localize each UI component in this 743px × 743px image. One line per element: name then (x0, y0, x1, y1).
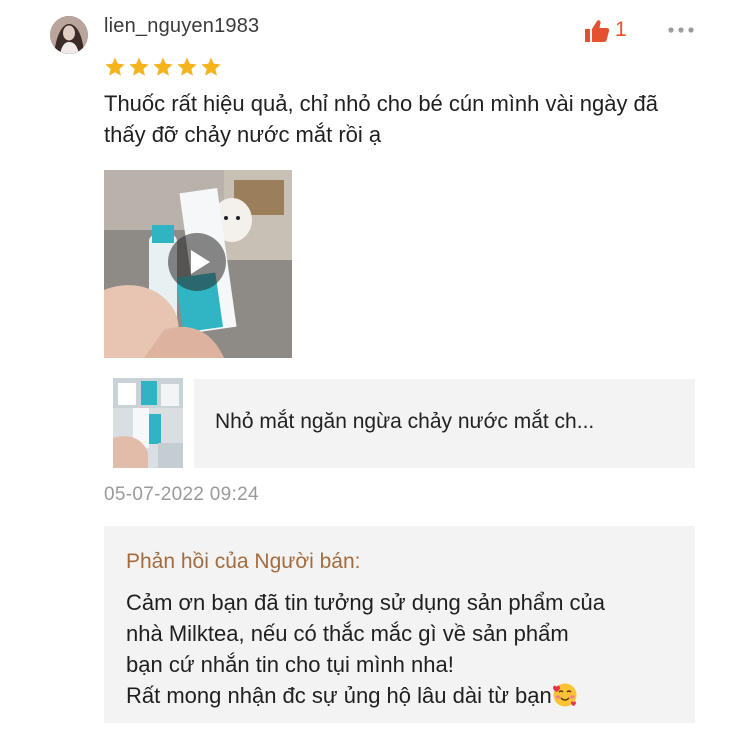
play-icon[interactable] (168, 233, 226, 291)
star-icon (105, 57, 125, 76)
seller-reply-line: Cảm ơn bạn đã tin tưởng sử dụng sản phẩm… (126, 590, 606, 615)
product-name[interactable]: Nhỏ mắt ngăn ngừa chảy nước mắt ch... (215, 410, 594, 434)
reviewer-username[interactable]: lien_nguyen1983 (104, 15, 259, 38)
thumbs-up-icon[interactable] (584, 18, 610, 44)
product-thumbnail[interactable] (113, 378, 183, 468)
review-text: Thuốc rất hiệu quả, chỉ nhỏ cho bé cún m… (104, 91, 659, 147)
star-icon (177, 57, 197, 76)
star-icon (153, 57, 173, 76)
star-icon (201, 57, 221, 76)
smiling-face-with-hearts-icon (552, 683, 577, 707)
more-icon[interactable] (666, 20, 696, 40)
seller-reply-line: bạn cứ nhắn tin cho tụi mình nha! (126, 652, 454, 677)
avatar[interactable] (50, 16, 88, 54)
seller-reply-line-text: Rất mong nhận đc sự ủng hộ lâu dài từ bạ… (126, 683, 552, 708)
review-timestamp: 05-07-2022 09:24 (104, 484, 259, 505)
star-icon (129, 57, 149, 76)
seller-reply-line: nhà Milktea, nếu có thắc mắc gì về sản p… (126, 621, 569, 646)
seller-reply-title: Phản hồi của Người bán: (126, 550, 361, 573)
rating-stars (104, 56, 222, 78)
like-count: 1 (615, 18, 627, 41)
seller-reply-line-last: Rất mong nhận đc sự ủng hộ lâu dài từ bạ… (126, 680, 696, 711)
seller-reply-text: Cảm ơn bạn đã tin tưởng sử dụng sản phẩm… (126, 587, 696, 711)
